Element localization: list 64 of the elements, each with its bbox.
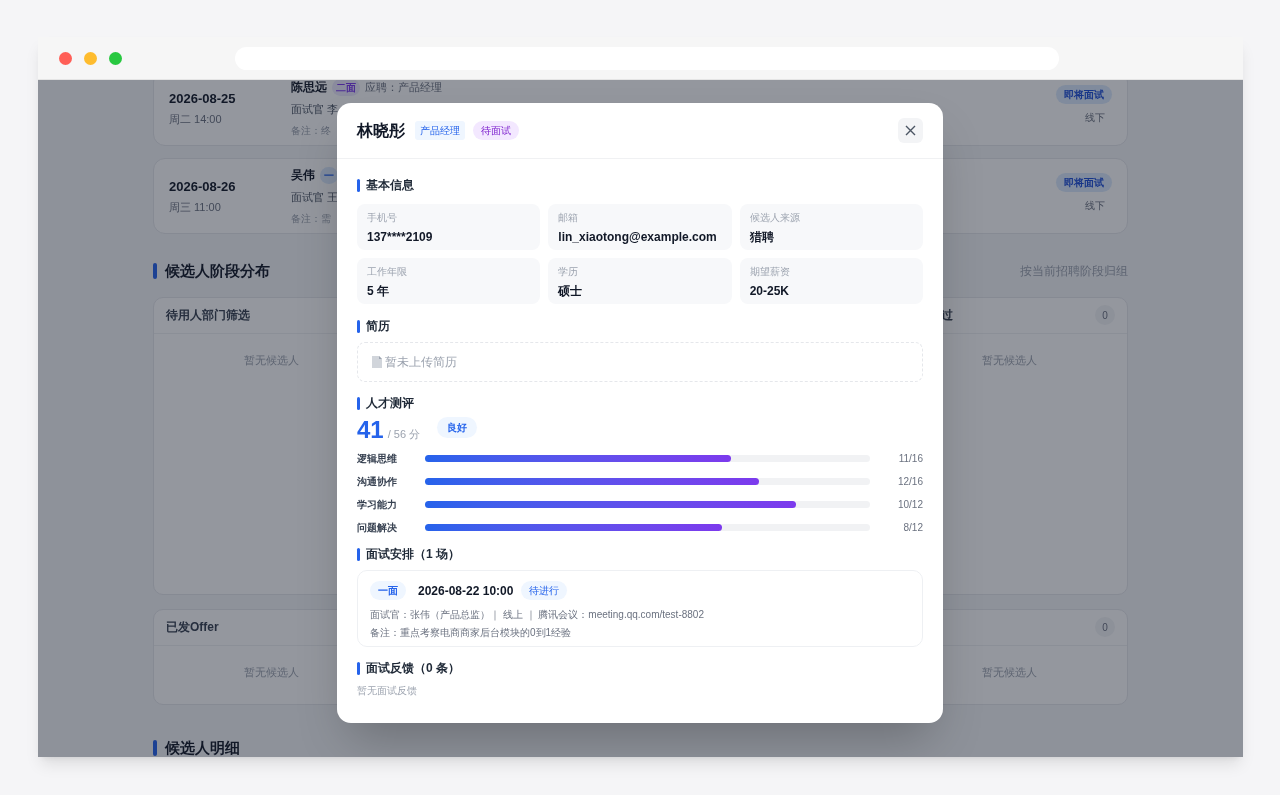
interview-note: 备注：重点考察电商商家后台模块的0到1经验 [370, 626, 573, 640]
minimize-window-icon[interactable] [84, 51, 97, 65]
status-badge: 即将面试 [1056, 173, 1112, 192]
field-label: 邮箱 [558, 212, 580, 224]
field-label: 候选人来源 [749, 212, 801, 224]
section-title: 候选人明细 [165, 737, 240, 757]
empty-text: 暂未上传简历 [385, 354, 457, 371]
maximize-window-icon[interactable] [109, 51, 122, 65]
section-title: 面试安排（1 场） [366, 546, 460, 563]
section-title: 基本信息 [366, 177, 414, 194]
metric-score: 12/16 [896, 475, 923, 489]
field-label: 手机号 [367, 212, 398, 224]
metric-label: 问题解决 [357, 521, 398, 535]
section-title: 面试反馈（0 条） [366, 660, 460, 677]
mode-text: 线下 [1085, 199, 1105, 213]
section-title: 人才测评 [366, 395, 414, 412]
close-icon [905, 125, 916, 136]
status-badge: 待进行 [521, 581, 568, 600]
interview-date: 2026-08-25 [169, 90, 237, 108]
score-value: 41 [357, 417, 384, 443]
field-value: lin_xiaotong@example.com [558, 229, 718, 246]
stage-title: 待用人部门筛选 [166, 307, 250, 324]
field-value: 20-25K [749, 283, 790, 300]
close-button[interactable] [898, 118, 923, 143]
grade-badge: 良好 [437, 417, 478, 438]
stage-title: 已发Offer [166, 619, 219, 636]
round-tag: 二面 [332, 80, 360, 96]
position-tag: 产品经理 [415, 121, 465, 140]
stage-count: 0 [1095, 617, 1115, 637]
field-value: 硕士 [558, 283, 584, 300]
metric-score: 8/12 [902, 521, 923, 535]
section-title: 简历 [366, 318, 390, 335]
interview-date: 2026-08-26 [169, 178, 237, 196]
field-value: 5 年 [367, 283, 390, 300]
interview-info: 面试官：张伟（产品总监）｜ 线上 ｜ 腾讯会议：meeting.qq.com/test-8802 [370, 608, 705, 622]
metric-label: 逻辑思维 [357, 452, 398, 466]
status-tag: 待面试 [473, 121, 519, 140]
interviewer-text: 面试官 李 [291, 102, 339, 118]
field-label: 期望薪资 [749, 266, 791, 278]
metric-label: 学习能力 [357, 498, 398, 512]
interviewer-text: 面试官 王 [291, 190, 339, 206]
metric-score: 10/12 [896, 498, 923, 512]
status-badge: 即将面试 [1056, 85, 1112, 104]
round-tag: 一 [320, 166, 338, 184]
candidate-name: 林晓彤 [357, 120, 405, 141]
field-label: 学历 [558, 266, 580, 278]
candidate-name: 陈思远 [291, 80, 327, 97]
empty-text: 暂无面试反馈 [357, 684, 418, 698]
candidate-name: 吴伟 [291, 167, 315, 185]
field-value: 猎聘 [749, 229, 775, 246]
interview-time: 周二 14:00 [169, 111, 223, 127]
metric-score: 11/16 [897, 452, 923, 466]
score-total: / 56 分 [387, 426, 421, 442]
interview-datetime: 2026-08-22 10:00 [418, 582, 514, 600]
mode-text: 线下 [1085, 111, 1105, 125]
metric-label: 沟通协作 [357, 475, 398, 489]
section-title: 候选人阶段分布 [165, 261, 270, 281]
document-icon [372, 356, 382, 368]
position-text: 应聘：产品经理 [365, 80, 442, 95]
close-window-icon[interactable] [59, 51, 72, 65]
field-label: 工作年限 [367, 266, 408, 278]
round-tag: 一面 [370, 581, 406, 600]
field-value: 137****2109 [367, 229, 434, 246]
stage-count: 0 [1095, 305, 1115, 325]
